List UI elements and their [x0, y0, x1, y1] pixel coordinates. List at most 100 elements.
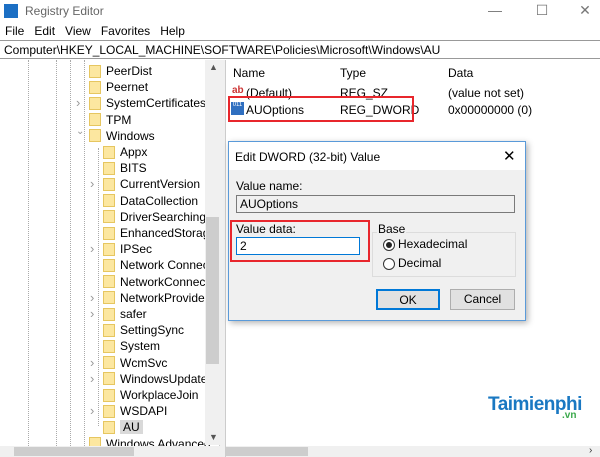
close-button[interactable]: ✕: [570, 2, 600, 19]
tree-item-label: CurrentVersion: [120, 177, 201, 192]
tree-item-system[interactable]: System: [103, 338, 160, 354]
base-label: Base: [377, 222, 407, 236]
dialog-close-button[interactable]: ✕: [503, 147, 516, 165]
tree-item-label: SystemCertificates: [106, 96, 207, 111]
folder-icon: [103, 226, 115, 240]
tree-item-au[interactable]: AU: [103, 419, 143, 435]
tree-item-workplacejoin[interactable]: WorkplaceJoin: [103, 387, 198, 403]
tree-item-appx[interactable]: Appx: [103, 144, 147, 160]
menu-edit[interactable]: Edit: [29, 24, 60, 40]
maximize-button[interactable]: ☐: [527, 2, 557, 19]
menu-help[interactable]: Help: [155, 24, 190, 40]
menu-view[interactable]: View: [60, 24, 96, 40]
column-data[interactable]: Data: [448, 66, 473, 80]
tree-item-windowsupdate[interactable]: WindowsUpdate: [103, 371, 207, 387]
tree-guide-line: [28, 60, 29, 446]
list-hscroll-thumb[interactable]: [226, 447, 308, 456]
scroll-down-icon[interactable]: ▼: [209, 432, 218, 442]
tree-item-safer[interactable]: safer: [103, 306, 147, 322]
menu-bar: File Edit View Favorites Help: [0, 24, 190, 40]
radio-unselected-icon: [383, 257, 395, 270]
menu-favorites[interactable]: Favorites: [96, 24, 155, 40]
folder-icon: [103, 161, 115, 175]
address-bar[interactable]: Computer\HKEY_LOCAL_MACHINE\SOFTWARE\Pol…: [0, 40, 600, 59]
value-data: (value not set): [448, 86, 525, 100]
tree-item-networkconnecti[interactable]: NetworkConnecti: [103, 274, 211, 290]
minimize-button[interactable]: —: [480, 2, 510, 18]
tree-item-datacollection[interactable]: DataCollection: [103, 193, 198, 209]
value-name-field: AUOptions: [236, 195, 515, 213]
tree-hscroll-thumb[interactable]: [14, 447, 134, 456]
highlight-box-value-data: [230, 220, 370, 262]
tree-item-label: DataCollection: [120, 193, 199, 208]
folder-icon: [103, 420, 115, 434]
folder-icon: [103, 194, 115, 208]
tree-item-settingsync[interactable]: SettingSync: [103, 322, 184, 338]
tree-guide-line: [98, 148, 99, 426]
menu-file[interactable]: File: [0, 24, 29, 40]
chevron-right-icon[interactable]: ›: [90, 290, 94, 305]
chevron-right-icon[interactable]: ›: [90, 403, 94, 418]
tree-item-label: Peernet: [106, 80, 149, 95]
tree-item-tpm[interactable]: TPM: [89, 112, 131, 128]
folder-icon: [103, 404, 115, 418]
column-type[interactable]: Type: [340, 66, 366, 80]
ok-button[interactable]: OK: [376, 289, 440, 310]
tree-item-label: IPSec: [120, 242, 153, 257]
highlight-box-auoptions: [228, 96, 414, 122]
tree-item-windows-advanced[interactable]: Windows Advanced: [89, 436, 211, 446]
chevron-right-icon[interactable]: ›: [90, 371, 94, 386]
chevron-right-icon[interactable]: ›: [90, 355, 94, 370]
tree-item-label: NetworkConnecti: [120, 274, 212, 289]
hexadecimal-radio[interactable]: Hexadecimal: [383, 237, 467, 251]
tree-item-label: System: [120, 339, 161, 354]
chevron-right-icon[interactable]: ›: [90, 176, 94, 191]
folder-icon: [103, 339, 115, 353]
chevron-right-icon[interactable]: ›: [76, 95, 80, 110]
tree-item-label: BITS: [120, 161, 147, 176]
hexadecimal-label: Hexadecimal: [398, 237, 468, 251]
tree-item-enhancedstorage[interactable]: EnhancedStorage: [103, 225, 216, 241]
folder-icon: [89, 96, 101, 110]
window-title: Registry Editor: [25, 4, 104, 18]
column-name[interactable]: Name: [233, 66, 265, 80]
tree-item-systemcertificates[interactable]: SystemCertificates: [89, 95, 206, 111]
tree-item-network-connect[interactable]: Network Connect: [103, 257, 212, 273]
chevron-right-icon[interactable]: ›: [90, 241, 94, 256]
tree-item-label: WcmSvc: [120, 355, 168, 370]
folder-icon: [103, 323, 115, 337]
decimal-radio[interactable]: Decimal: [383, 256, 441, 270]
tree-item-wcmsvc[interactable]: WcmSvc: [103, 355, 167, 371]
folder-icon: [103, 210, 115, 224]
chevron-right-icon[interactable]: ›: [90, 306, 94, 321]
tree-item-networkprovider[interactable]: NetworkProvider: [103, 290, 209, 306]
scroll-up-icon[interactable]: ▲: [209, 62, 218, 72]
tree-scroll-thumb[interactable]: [206, 217, 219, 364]
value-name-label: Value name:: [236, 179, 303, 193]
folder-icon: [103, 177, 115, 191]
tree-item-currentversion[interactable]: CurrentVersion: [103, 176, 200, 192]
tree-guide-line: [84, 60, 85, 446]
folder-icon: [103, 242, 115, 256]
registry-editor-icon: [4, 4, 18, 18]
tree-item-label: DriverSearching: [120, 209, 207, 224]
tree-item-bits[interactable]: BITS: [103, 160, 147, 176]
tree-guide-line: [70, 60, 71, 446]
tree-item-driversearching[interactable]: DriverSearching: [103, 209, 206, 225]
scroll-right-icon[interactable]: ›: [589, 445, 592, 456]
chevron-down-icon[interactable]: ⌄: [76, 126, 84, 137]
tree-item-peerdist[interactable]: PeerDist: [89, 63, 152, 79]
cancel-button[interactable]: Cancel: [450, 289, 515, 310]
tree-item-label: WindowsUpdate: [120, 371, 208, 386]
folder-icon: [103, 372, 115, 386]
folder-icon: [103, 145, 115, 159]
value-data: 0x00000000 (0): [448, 103, 533, 117]
tree-item-ipsec[interactable]: IPSec: [103, 241, 152, 257]
pane-splitter[interactable]: [220, 60, 226, 457]
decimal-label: Decimal: [398, 256, 442, 270]
tree-item-label: safer: [120, 307, 147, 321]
tree-item-peernet[interactable]: Peernet: [89, 79, 148, 95]
tree-item-wsdapi[interactable]: WSDAPI: [103, 403, 167, 419]
tree-item-windows[interactable]: Windows: [89, 128, 155, 144]
folder-icon: [89, 113, 101, 127]
